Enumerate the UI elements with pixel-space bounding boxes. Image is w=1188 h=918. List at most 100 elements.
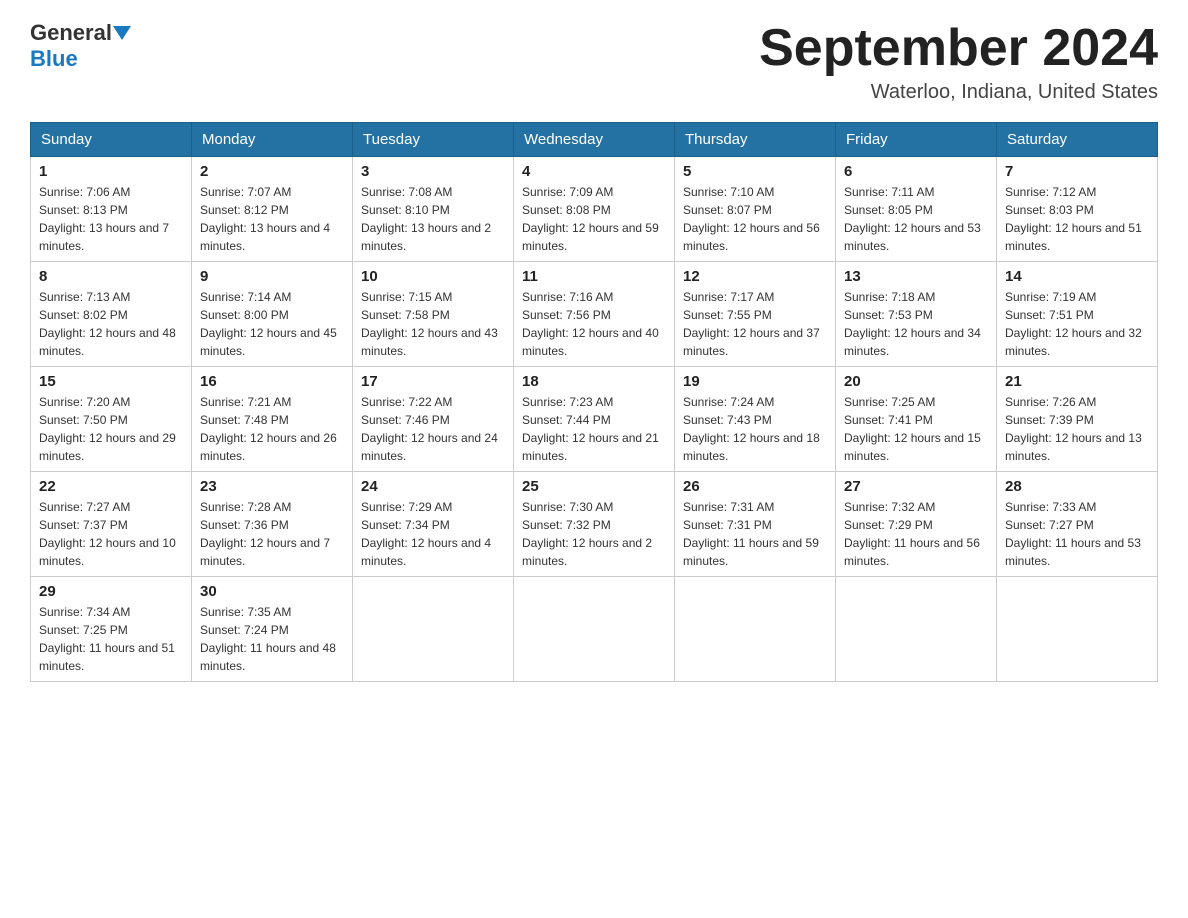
day-info: Sunrise: 7:10 AMSunset: 8:07 PMDaylight:…: [683, 183, 827, 255]
week-row-1: 1 Sunrise: 7:06 AMSunset: 8:13 PMDaylight…: [31, 157, 1158, 262]
calendar-cell: 28Sunrise: 7:33 AMSunset: 7:27 PMDayligh…: [997, 472, 1158, 577]
day-info: Sunrise: 7:25 AMSunset: 7:41 PMDaylight:…: [844, 393, 988, 465]
day-number: 19: [683, 373, 827, 390]
calendar-cell: 25Sunrise: 7:30 AMSunset: 7:32 PMDayligh…: [514, 472, 675, 577]
day-info: Sunrise: 7:28 AMSunset: 7:36 PMDaylight:…: [200, 498, 344, 570]
calendar-cell: 15 Sunrise: 7:20 AMSunset: 7:50 PMDayligh…: [31, 367, 192, 472]
calendar-body: 1 Sunrise: 7:06 AMSunset: 8:13 PMDaylight…: [31, 157, 1158, 682]
day-number: 23: [200, 478, 344, 495]
day-number: 20: [844, 373, 988, 390]
calendar-cell: 20 Sunrise: 7:25 AMSunset: 7:41 PMDayligh…: [836, 367, 997, 472]
calendar-cell: 11 Sunrise: 7:16 AMSunset: 7:56 PMDayligh…: [514, 262, 675, 367]
day-info: Sunrise: 7:21 AMSunset: 7:48 PMDaylight:…: [200, 393, 344, 465]
calendar-cell: 16 Sunrise: 7:21 AMSunset: 7:48 PMDayligh…: [192, 367, 353, 472]
calendar-cell: 2Sunrise: 7:07 AMSunset: 8:12 PMDaylight…: [192, 157, 353, 262]
day-number: 30: [200, 583, 344, 600]
week-row-4: 22 Sunrise: 7:27 AMSunset: 7:37 PMDayligh…: [31, 472, 1158, 577]
calendar-cell: 13 Sunrise: 7:18 AMSunset: 7:53 PMDayligh…: [836, 262, 997, 367]
day-number: 22: [39, 478, 183, 495]
logo-general-text: General: [30, 20, 112, 46]
weekday-header-thursday: Thursday: [675, 123, 836, 157]
calendar-cell: 9 Sunrise: 7:14 AMSunset: 8:00 PMDaylight…: [192, 262, 353, 367]
title-area: September 2024 Waterloo, Indiana, United…: [759, 20, 1158, 104]
calendar-cell: 24Sunrise: 7:29 AMSunset: 7:34 PMDayligh…: [353, 472, 514, 577]
calendar-cell: [353, 577, 514, 682]
calendar-cell: [514, 577, 675, 682]
day-number: 3: [361, 163, 505, 180]
calendar-cell: [836, 577, 997, 682]
calendar-cell: 29 Sunrise: 7:34 AMSunset: 7:25 PMDayligh…: [31, 577, 192, 682]
weekday-header-friday: Friday: [836, 123, 997, 157]
calendar-cell: 7Sunrise: 7:12 AMSunset: 8:03 PMDaylight…: [997, 157, 1158, 262]
day-info: Sunrise: 7:31 AMSunset: 7:31 PMDaylight:…: [683, 498, 827, 570]
calendar-cell: 14Sunrise: 7:19 AMSunset: 7:51 PMDayligh…: [997, 262, 1158, 367]
weekday-header-saturday: Saturday: [997, 123, 1158, 157]
day-number: 6: [844, 163, 988, 180]
day-number: 5: [683, 163, 827, 180]
logo-blue-line: Blue: [30, 46, 78, 72]
day-number: 15: [39, 373, 183, 390]
month-title: September 2024: [759, 20, 1158, 77]
calendar-cell: 21 Sunrise: 7:26 AMSunset: 7:39 PMDayligh…: [997, 367, 1158, 472]
calendar-cell: 26 Sunrise: 7:31 AMSunset: 7:31 PMDayligh…: [675, 472, 836, 577]
day-number: 9: [200, 268, 344, 285]
day-number: 1: [39, 163, 183, 180]
weekday-row: SundayMondayTuesdayWednesdayThursdayFrid…: [31, 123, 1158, 157]
calendar-cell: 23 Sunrise: 7:28 AMSunset: 7:36 PMDayligh…: [192, 472, 353, 577]
day-info: Sunrise: 7:33 AMSunset: 7:27 PMDaylight:…: [1005, 498, 1149, 570]
logo-blue-text: Blue: [30, 46, 78, 71]
week-row-3: 15 Sunrise: 7:20 AMSunset: 7:50 PMDayligh…: [31, 367, 1158, 472]
location-title: Waterloo, Indiana, United States: [759, 81, 1158, 104]
day-number: 29: [39, 583, 183, 600]
calendar-cell: 12Sunrise: 7:17 AMSunset: 7:55 PMDayligh…: [675, 262, 836, 367]
day-info: Sunrise: 7:34 AMSunset: 7:25 PMDaylight:…: [39, 603, 183, 675]
weekday-header-monday: Monday: [192, 123, 353, 157]
day-info: Sunrise: 7:27 AMSunset: 7:37 PMDaylight:…: [39, 498, 183, 570]
week-row-5: 29 Sunrise: 7:34 AMSunset: 7:25 PMDayligh…: [31, 577, 1158, 682]
day-number: 18: [522, 373, 666, 390]
logo-chevron-icon: [113, 26, 131, 40]
day-number: 11: [522, 268, 666, 285]
weekday-header-wednesday: Wednesday: [514, 123, 675, 157]
calendar-cell: 1 Sunrise: 7:06 AMSunset: 8:13 PMDaylight…: [31, 157, 192, 262]
day-info: Sunrise: 7:23 AMSunset: 7:44 PMDaylight:…: [522, 393, 666, 465]
calendar-cell: 10 Sunrise: 7:15 AMSunset: 7:58 PMDayligh…: [353, 262, 514, 367]
day-number: 27: [844, 478, 988, 495]
day-number: 13: [844, 268, 988, 285]
day-number: 25: [522, 478, 666, 495]
day-number: 4: [522, 163, 666, 180]
day-number: 26: [683, 478, 827, 495]
day-number: 10: [361, 268, 505, 285]
calendar-cell: 22 Sunrise: 7:27 AMSunset: 7:37 PMDayligh…: [31, 472, 192, 577]
logo-area: General Blue: [30, 20, 132, 72]
day-number: 17: [361, 373, 505, 390]
day-info: Sunrise: 7:18 AMSunset: 7:53 PMDaylight:…: [844, 288, 988, 360]
week-row-2: 8Sunrise: 7:13 AMSunset: 8:02 PMDaylight…: [31, 262, 1158, 367]
calendar-cell: 4 Sunrise: 7:09 AMSunset: 8:08 PMDaylight…: [514, 157, 675, 262]
day-info: Sunrise: 7:06 AMSunset: 8:13 PMDaylight:…: [39, 183, 183, 255]
day-info: Sunrise: 7:26 AMSunset: 7:39 PMDaylight:…: [1005, 393, 1149, 465]
day-info: Sunrise: 7:08 AMSunset: 8:10 PMDaylight:…: [361, 183, 505, 255]
weekday-header-tuesday: Tuesday: [353, 123, 514, 157]
day-info: Sunrise: 7:29 AMSunset: 7:34 PMDaylight:…: [361, 498, 505, 570]
day-info: Sunrise: 7:09 AMSunset: 8:08 PMDaylight:…: [522, 183, 666, 255]
calendar-cell: 18 Sunrise: 7:23 AMSunset: 7:44 PMDayligh…: [514, 367, 675, 472]
day-info: Sunrise: 7:16 AMSunset: 7:56 PMDaylight:…: [522, 288, 666, 360]
day-info: Sunrise: 7:11 AMSunset: 8:05 PMDaylight:…: [844, 183, 988, 255]
day-info: Sunrise: 7:15 AMSunset: 7:58 PMDaylight:…: [361, 288, 505, 360]
logo: General: [30, 20, 132, 46]
calendar-cell: 8Sunrise: 7:13 AMSunset: 8:02 PMDaylight…: [31, 262, 192, 367]
calendar-cell: [997, 577, 1158, 682]
day-info: Sunrise: 7:14 AMSunset: 8:00 PMDaylight:…: [200, 288, 344, 360]
day-info: Sunrise: 7:20 AMSunset: 7:50 PMDaylight:…: [39, 393, 183, 465]
day-number: 2: [200, 163, 344, 180]
calendar-cell: 6 Sunrise: 7:11 AMSunset: 8:05 PMDaylight…: [836, 157, 997, 262]
day-number: 16: [200, 373, 344, 390]
header: General Blue September 2024 Waterloo, In…: [30, 20, 1158, 104]
day-info: Sunrise: 7:19 AMSunset: 7:51 PMDaylight:…: [1005, 288, 1149, 360]
day-info: Sunrise: 7:12 AMSunset: 8:03 PMDaylight:…: [1005, 183, 1149, 255]
day-number: 21: [1005, 373, 1149, 390]
calendar-cell: 17Sunrise: 7:22 AMSunset: 7:46 PMDayligh…: [353, 367, 514, 472]
day-info: Sunrise: 7:17 AMSunset: 7:55 PMDaylight:…: [683, 288, 827, 360]
day-info: Sunrise: 7:13 AMSunset: 8:02 PMDaylight:…: [39, 288, 183, 360]
